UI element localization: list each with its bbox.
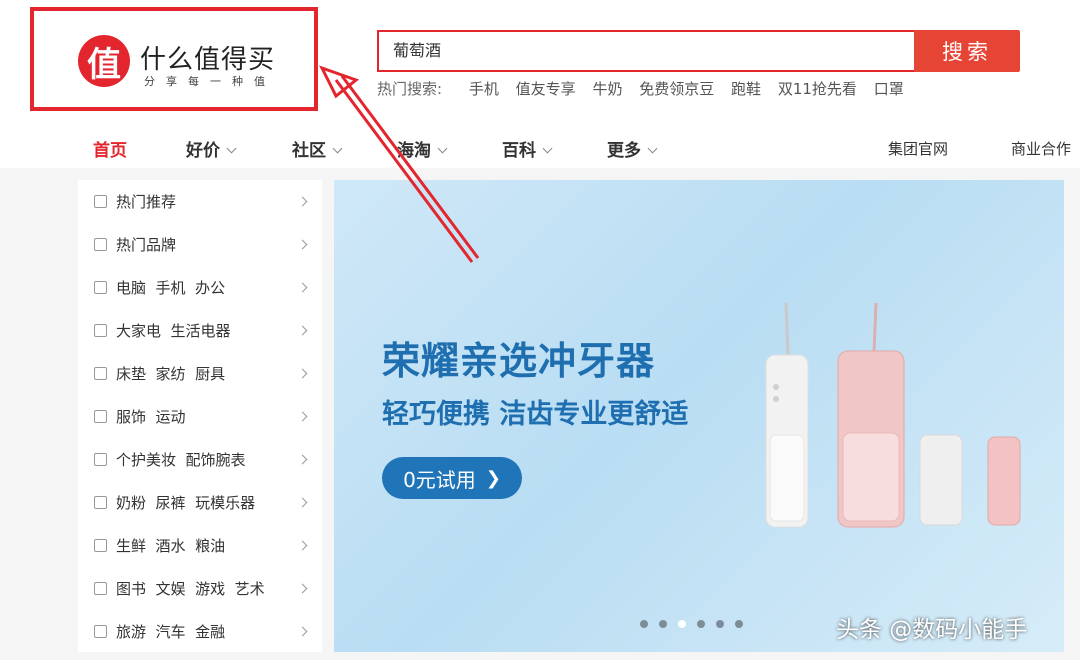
washer-icon [94,324,107,337]
chevron-right-icon [297,497,308,508]
category-sidebar: 热门推荐 热门品牌 电脑 手机 办公 大家电 生活电器 床垫 家纺 厨具 服饰 … [78,180,322,652]
shoe-icon [94,410,107,423]
nav-item-community[interactable]: 社区 [292,136,343,161]
sidebar-item-label: 热门推荐 [116,193,177,211]
hot-search-term[interactable]: 跑鞋 [731,80,761,98]
hot-search-term[interactable]: 免费领京豆 [639,80,714,98]
nav-link-group-site[interactable]: 集团官网 [888,138,948,159]
nav-item-home[interactable]: 首页 [93,136,127,161]
logo-mark: 值 [78,35,130,87]
hot-search-term[interactable]: 牛奶 [592,80,622,98]
sidebar-item-hot-brands[interactable]: 热门品牌 [78,223,322,266]
sidebar-item-label: 生鲜 酒水 粮油 [116,537,226,555]
sidebar-item-label: 服饰 运动 [116,408,186,426]
nav-item-haitao[interactable]: 海淘 [397,136,448,161]
carousel-dot[interactable] [735,620,743,628]
chevron-down-icon [647,143,658,154]
car-icon [94,625,107,638]
chevron-right-icon [297,583,308,594]
carousel-dot[interactable] [697,620,705,628]
chevron-down-icon [226,143,237,154]
sidebar-item-label: 电脑 手机 办公 [116,279,226,297]
logo-highlight-box[interactable]: 值 什么值得买 分享每一种值 [30,7,318,111]
book-icon [94,582,107,595]
baby-bottle-icon [94,496,107,509]
banner-cta-label: 0元试用 [403,467,476,492]
sidebar-item-label: 大家电 生活电器 [116,322,231,340]
chevron-right-icon [297,411,308,422]
sidebar-item-label: 床垫 家纺 厨具 [116,365,226,383]
chevron-right-icon [297,239,308,250]
nav-link-business[interactable]: 商业合作 [1011,138,1071,159]
carousel-dot-active[interactable] [678,620,686,628]
search-button[interactable]: 搜索 [914,30,1020,72]
search-input[interactable]: 葡萄酒 [377,30,915,72]
chevron-down-icon [542,143,553,154]
chevron-down-icon [332,143,343,154]
chevron-right-icon [297,368,308,379]
chevron-right-icon [297,325,308,336]
banner-title: 荣耀亲选冲牙器 [382,339,656,383]
sidebar-item-label: 热门品牌 [116,236,177,254]
chevron-right-icon [297,282,308,293]
chevron-right-icon [297,626,308,637]
monitor-icon [94,281,107,294]
list-icon [94,195,107,208]
sidebar-item-label: 旅游 汽车 金融 [116,623,226,641]
chevron-right-icon [297,454,308,465]
nav-item-deals[interactable]: 好价 [186,136,237,161]
nav-label: 社区 [292,141,326,161]
carousel-dot[interactable] [640,620,648,628]
sidebar-item-travel[interactable]: 旅游 汽车 金融 [78,610,322,653]
promo-banner[interactable]: 荣耀亲选冲牙器 轻巧便携 洁齿专业更舒适 0元试用 ❯ [334,180,1064,652]
nav-label: 好价 [186,141,220,161]
logo-slogan: 分享每一种值 [144,75,276,88]
banner-cta-button[interactable]: 0元试用 ❯ [382,457,522,499]
water-flosser-product-image [765,302,1021,528]
hot-search-term[interactable]: 手机 [469,80,499,98]
chevron-right-icon: ❯ [485,467,501,489]
tag-icon [94,238,107,251]
carousel-dot[interactable] [659,620,667,628]
banner-subtitle: 轻巧便携 洁齿专业更舒适 [382,399,689,430]
hot-search-term[interactable]: 值友专享 [516,80,576,98]
sidebar-item-computers[interactable]: 电脑 手机 办公 [78,266,322,309]
sidebar-item-food[interactable]: 生鲜 酒水 粮油 [78,524,322,567]
watermark: 头条 @数码小能手 [836,617,1028,643]
logo-title: 什么值得买 [140,45,276,75]
hot-search-row: 热门搜索: 手机 值友专享 牛奶 免费领京豆 跑鞋 双11抢先看 口罩 [377,78,916,99]
nav-label: 更多 [607,141,641,161]
sidebar-item-label: 图书 文娱 游戏 艺术 [116,580,265,598]
site-header: 值 什么值得买 分享每一种值 葡萄酒 搜索 热门搜索: 手机 值友专享 牛奶 免… [0,0,1080,168]
sofa-icon [94,367,107,380]
nav-item-more[interactable]: 更多 [607,136,658,161]
chevron-right-icon [297,540,308,551]
sidebar-item-beauty[interactable]: 个护美妆 配饰腕表 [78,438,322,481]
hot-search-term[interactable]: 双11抢先看 [778,80,857,98]
sidebar-item-label: 个护美妆 配饰腕表 [116,451,246,469]
carousel-dots [640,620,743,628]
hot-search-label: 热门搜索: [377,80,443,98]
nav-label: 百科 [502,141,536,161]
nav-label: 首页 [93,141,127,161]
bottle-icon [94,453,107,466]
sidebar-item-hot-recommend[interactable]: 热门推荐 [78,180,322,223]
sidebar-item-apparel[interactable]: 服饰 运动 [78,395,322,438]
sidebar-item-home[interactable]: 床垫 家纺 厨具 [78,352,322,395]
nav-label: 海淘 [397,141,431,161]
carousel-dot[interactable] [716,620,724,628]
sidebar-item-label: 奶粉 尿裤 玩模乐器 [116,494,256,512]
chevron-right-icon [297,196,308,207]
hot-search-term[interactable]: 口罩 [874,80,904,98]
chevron-down-icon [437,143,448,154]
sidebar-item-baby[interactable]: 奶粉 尿裤 玩模乐器 [78,481,322,524]
apple-icon [94,539,107,552]
nav-item-wiki[interactable]: 百科 [502,136,553,161]
sidebar-item-appliances[interactable]: 大家电 生活电器 [78,309,322,352]
sidebar-item-books[interactable]: 图书 文娱 游戏 艺术 [78,567,322,610]
